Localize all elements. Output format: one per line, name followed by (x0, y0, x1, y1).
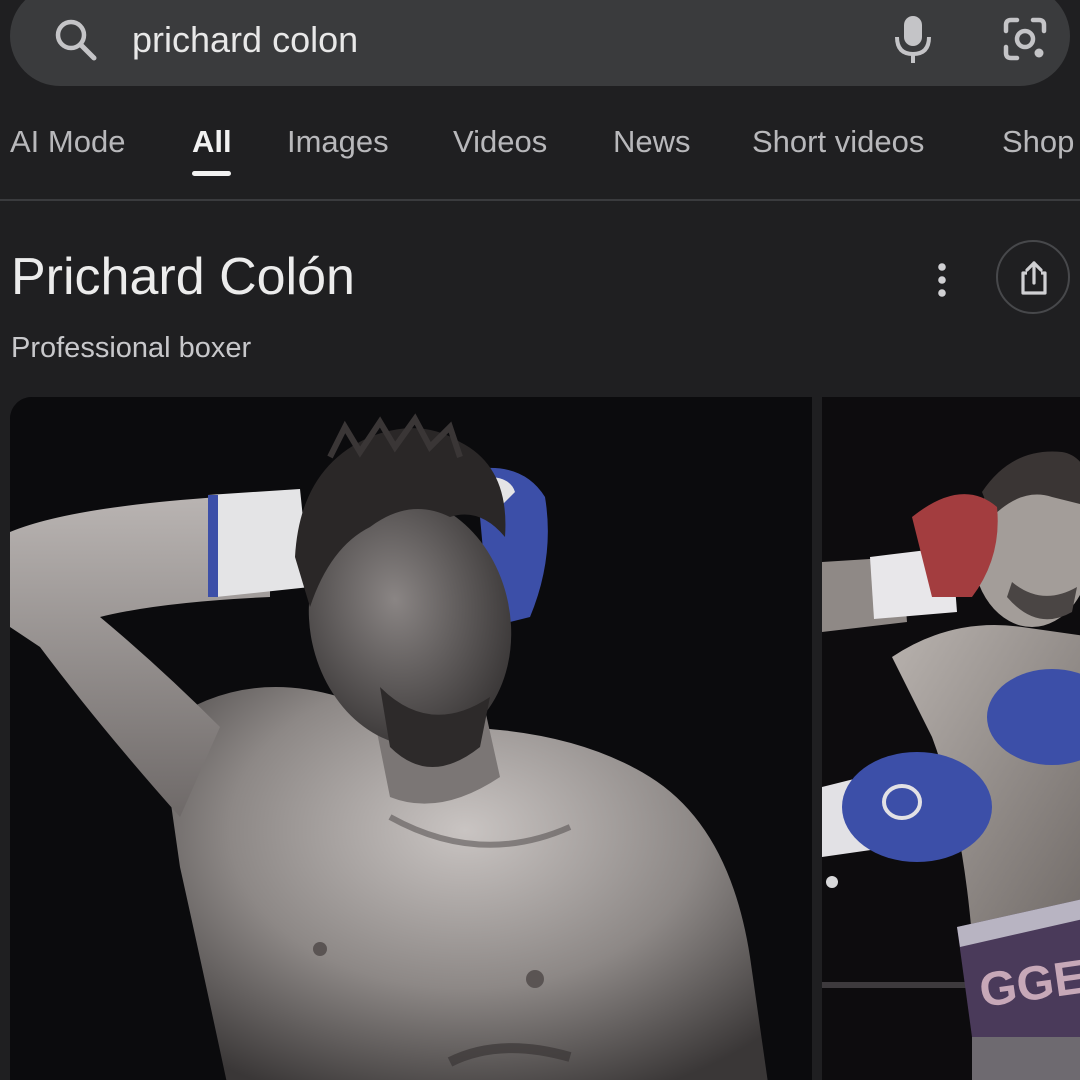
search-input[interactable]: prichard colon (132, 16, 358, 64)
active-tab-indicator (192, 171, 231, 176)
search-bar[interactable]: prichard colon (10, 0, 1070, 86)
search-results-page: prichard colon AI Mode All Images Videos… (0, 0, 1080, 1080)
search-icon[interactable] (52, 16, 100, 64)
knowledge-panel-title: Prichard Colón (11, 248, 355, 306)
more-vert-icon[interactable] (922, 258, 962, 304)
boxer-portrait-photo[interactable] (10, 397, 812, 1080)
divider (0, 199, 1080, 201)
tab-shop[interactable]: Shop (1002, 122, 1074, 162)
tab-all[interactable]: All (192, 122, 232, 162)
share-icon (1017, 259, 1051, 297)
tab-videos[interactable]: Videos (453, 122, 547, 162)
tab-images[interactable]: Images (287, 122, 389, 162)
google-lens-icon[interactable] (1000, 14, 1050, 64)
mic-icon[interactable] (890, 12, 936, 66)
search-tabs: AI Mode All Images Videos News Short vid… (0, 112, 1080, 198)
share-button[interactable] (996, 240, 1070, 314)
knowledge-panel-subtitle: Professional boxer (11, 332, 252, 364)
tab-short-videos[interactable]: Short videos (752, 122, 924, 162)
tab-news[interactable]: News (613, 122, 691, 162)
tab-ai-mode[interactable]: AI Mode (10, 122, 125, 162)
boxer-fight-photo[interactable]: GGET (822, 397, 1080, 1080)
